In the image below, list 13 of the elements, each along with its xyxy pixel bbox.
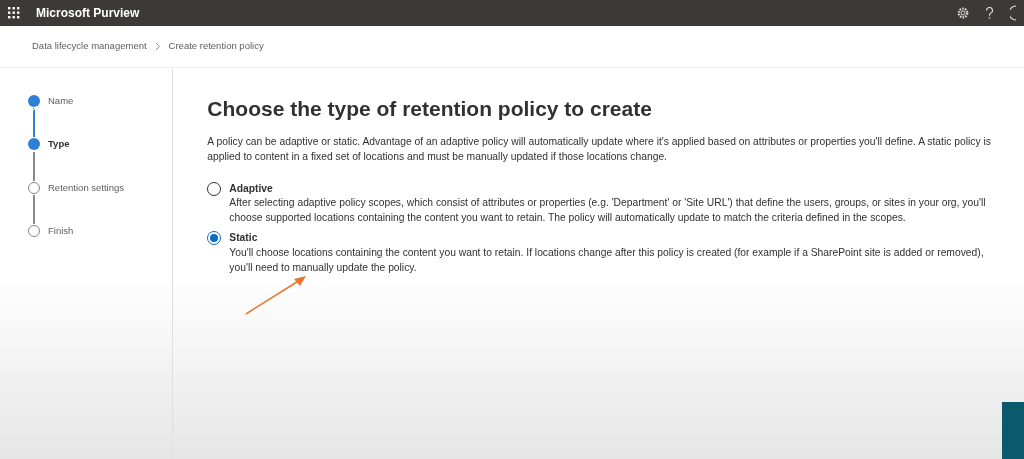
option-label: Adaptive xyxy=(229,182,274,197)
step-label: Retention settings xyxy=(48,180,125,195)
breadcrumb-link[interactable]: Data lifecycle management xyxy=(32,39,147,54)
page-heading: Choose the type of retention policy to create xyxy=(207,96,653,122)
step-label: Name xyxy=(48,94,74,108)
breadcrumb-current: Create retention policy xyxy=(168,39,264,54)
step-label: Type xyxy=(48,137,70,152)
option-label: Static xyxy=(229,231,259,246)
app-title: Microsoft Purview xyxy=(36,5,140,22)
intro-text: A policy can be adaptive or static. Advantage of an adaptive policy will automatically update where it's applied based on attributes or properties you'll define. A static policy is applied to content in a fixed set of locations and must be manually updated if those locations change. xyxy=(207,135,992,165)
option-description: You'll choose locations containing the content you want to retain. If locations change after this policy is created (for example if a SharePoint site is added or removed), you'll need to manually update the policy. xyxy=(229,245,985,275)
option-description: After selecting adaptive policy scopes, which consist of attributes or properties (e.g. 'Department' or 'Site URL') that define the users, groups, or sites in your org, you'll choose supported locations containing the content you want to retain. The policy will automatically update to match the criteria defined in the scopes. xyxy=(229,196,987,226)
step-label: Finish xyxy=(48,223,74,238)
